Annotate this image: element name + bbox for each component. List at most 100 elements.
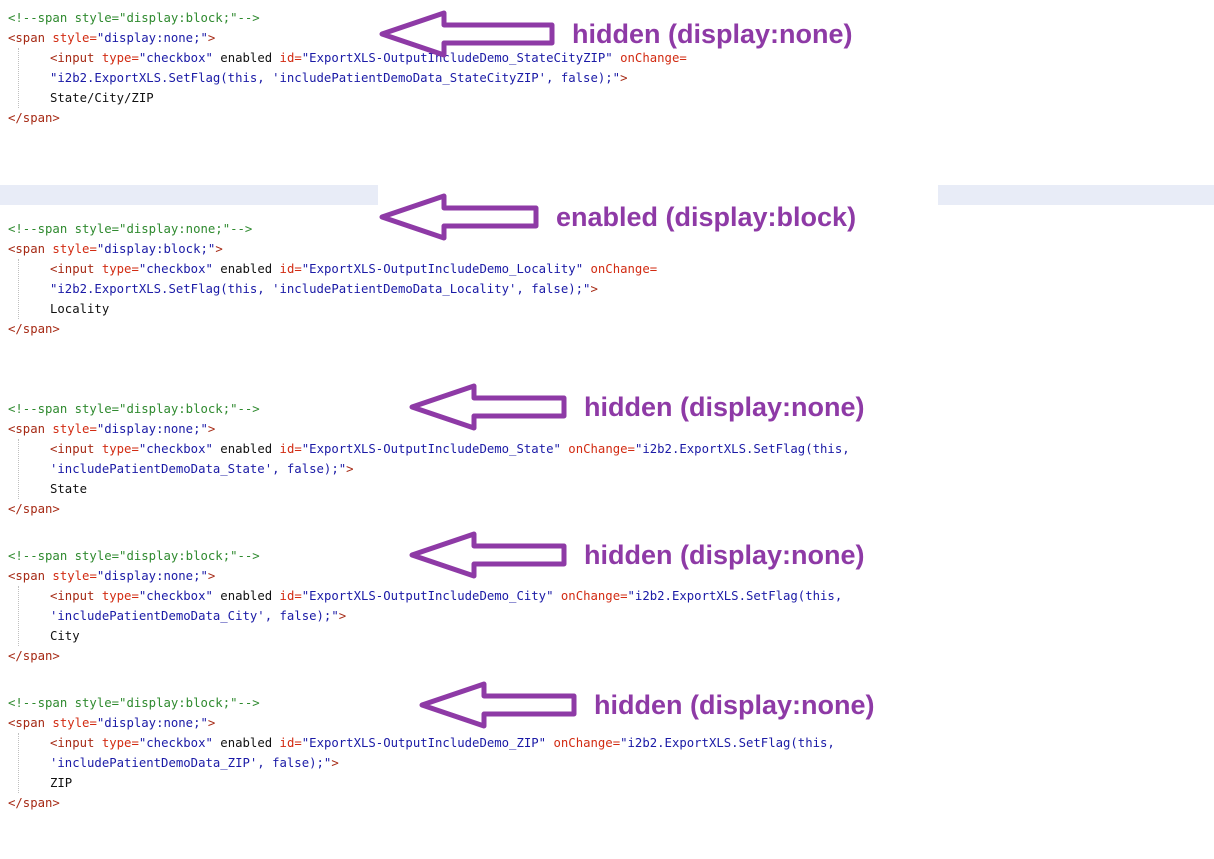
indent-guide <box>18 586 19 646</box>
tag-token: </span> <box>8 322 60 336</box>
tag-token: > <box>207 716 216 730</box>
string-token: "ExportXLS-OutputIncludeDemo_State" <box>301 442 561 456</box>
string-token: 'includePatientDemoData_ZIP', false);" <box>50 756 332 770</box>
left-arrow-outline-icon <box>409 383 567 431</box>
string-token: "i2b2.ExportXLS.SetFlag(this, 'includePa… <box>50 71 621 85</box>
attribute-token: type= <box>101 736 139 750</box>
screenshot: { "blocks": [ { "comment": "<!--span sty… <box>0 0 1214 859</box>
string-token: "ExportXLS-OutputIncludeDemo_City" <box>301 589 554 603</box>
input-code-line: <input type="checkbox" enabled id="Expor… <box>8 439 850 459</box>
tag-token: <span <box>8 242 53 256</box>
indent-guide <box>18 733 19 793</box>
tag-token: > <box>346 462 354 476</box>
attribute-token: type= <box>101 442 139 456</box>
tag-token: <span <box>8 569 53 583</box>
string-token: "checkbox" <box>138 442 213 456</box>
string-token: "i2b2.ExportXLS.SetFlag(this, <box>620 736 835 750</box>
attribute-token: style= <box>52 716 97 730</box>
annotation-label: hidden (display:none) <box>572 18 853 49</box>
comment-token: <!--span style="display:none;"--> <box>8 222 253 236</box>
tag-token: <input <box>50 736 102 750</box>
attribute-token: style= <box>52 569 97 583</box>
tag-token: <input <box>50 262 102 276</box>
span-close-line: </span> <box>8 646 60 666</box>
attribute-token: onChange= <box>590 262 658 276</box>
string-token: "display:none;" <box>96 422 208 436</box>
tag-token: > <box>207 569 216 583</box>
string-token: "display:block;" <box>96 242 216 256</box>
comment-token: <!--span style="display:block;"--> <box>8 549 260 563</box>
span-close-line: </span> <box>8 499 60 519</box>
checkbox-label-text: City <box>50 629 80 643</box>
annotation-label: hidden (display:none) <box>584 539 865 570</box>
string-token: "display:none;" <box>96 569 208 583</box>
text-token: enabled <box>212 736 280 750</box>
attribute-token: id= <box>279 51 302 65</box>
string-token: "checkbox" <box>138 736 213 750</box>
annotation-callout: enabled (display:block) <box>378 190 856 244</box>
checkbox-label-line: State <box>8 479 87 499</box>
checkbox-label-text: Locality <box>50 302 110 316</box>
left-arrow-outline-icon <box>419 681 577 729</box>
input-code-line: <input type="checkbox" enabled id="Expor… <box>8 259 657 279</box>
string-token: "i2b2.ExportXLS.SetFlag(this, 'includePa… <box>50 282 591 296</box>
left-arrow-outline-icon <box>409 531 567 579</box>
string-token: "i2b2.ExportXLS.SetFlag(this, <box>634 442 850 456</box>
string-token: "display:none;" <box>96 31 208 45</box>
tag-token: <span <box>8 716 53 730</box>
attribute-token: style= <box>52 31 97 45</box>
left-arrow-outline-icon <box>379 193 539 241</box>
string-token: 'includePatientDemoData_City', false);" <box>50 609 339 623</box>
tag-token: <span <box>8 31 53 45</box>
code-comment-line: <!--span style="display:block;"--> <box>8 693 260 713</box>
indent-guide <box>18 48 19 108</box>
annotation-label: hidden (display:none) <box>584 391 865 422</box>
attribute-token: id= <box>279 442 302 456</box>
checkbox-label-text: State <box>50 482 88 496</box>
attribute-token: type= <box>101 589 139 603</box>
tag-token: > <box>215 242 223 256</box>
span-open-line: <span style="display:none;"> <box>8 419 215 439</box>
tag-token: </span> <box>8 502 60 516</box>
tag-token: > <box>207 31 216 45</box>
tag-token: > <box>207 422 216 436</box>
code-comment-line: <!--span style="display:block;"--> <box>8 8 260 28</box>
string-token: "i2b2.ExportXLS.SetFlag(this, <box>627 589 843 603</box>
annotation-label: hidden (display:none) <box>594 689 875 720</box>
input-code-line: "i2b2.ExportXLS.SetFlag(this, 'includePa… <box>8 279 598 299</box>
indent-guide <box>18 259 19 319</box>
span-close-line: </span> <box>8 319 60 339</box>
input-code-line: <input type="checkbox" enabled id="Expor… <box>8 733 835 753</box>
annotation-callout: hidden (display:none) <box>378 7 853 61</box>
code-comment-line: <!--span style="display:none;"--> <box>8 219 252 239</box>
checkbox-label-line: State/City/ZIP <box>8 88 154 108</box>
text-token: enabled <box>212 442 280 456</box>
input-code-line: <input type="checkbox" enabled id="Expor… <box>8 586 842 606</box>
attribute-token: style= <box>52 422 97 436</box>
attribute-token: type= <box>101 262 139 276</box>
tag-token: > <box>620 71 628 85</box>
attribute-token: onChange= <box>560 589 628 603</box>
tag-token: <span <box>8 422 53 436</box>
span-open-line: <span style="display:block;"> <box>8 239 223 259</box>
annotation-label: enabled (display:block) <box>556 201 857 232</box>
input-code-line: 'includePatientDemoData_City', false);"> <box>8 606 346 626</box>
span-close-line: </span> <box>8 108 60 128</box>
input-code-line: "i2b2.ExportXLS.SetFlag(this, 'includePa… <box>8 68 627 88</box>
current-line-highlight-left <box>0 185 378 205</box>
tag-token: <input <box>50 51 102 65</box>
code-comment-line: <!--span style="display:block;"--> <box>8 399 260 419</box>
string-token: "ExportXLS-OutputIncludeDemo_Locality" <box>301 262 584 276</box>
text-token: enabled <box>212 589 280 603</box>
string-token: "ExportXLS-OutputIncludeDemo_ZIP" <box>301 736 547 750</box>
span-close-line: </span> <box>8 793 60 813</box>
span-open-line: <span style="display:none;"> <box>8 566 215 586</box>
annotation-callout: hidden (display:none) <box>418 678 875 732</box>
attribute-token: onChange= <box>553 736 621 750</box>
span-open-line: <span style="display:none;"> <box>8 713 215 733</box>
tag-token: > <box>338 609 347 623</box>
comment-token: <!--span style="display:block;"--> <box>8 11 260 25</box>
tag-token: </span> <box>8 111 60 125</box>
string-token: "checkbox" <box>138 51 213 65</box>
